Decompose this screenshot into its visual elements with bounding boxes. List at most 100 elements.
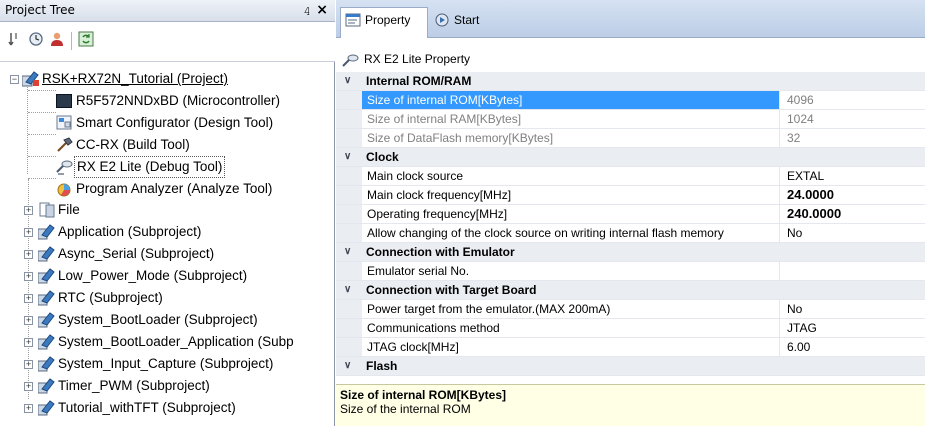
property-panel: Property Start RX E2 Lite Property ∨ Int… — [336, 0, 925, 426]
subproject-icon — [37, 290, 55, 306]
property-header: RX E2 Lite Property — [336, 46, 925, 72]
property-row[interactable]: Size of DataFlash memory[KBytes] 32 — [336, 129, 925, 148]
user-icon[interactable] — [47, 31, 67, 51]
category-clock[interactable]: ∨ Clock — [336, 148, 925, 167]
expand-icon[interactable]: + — [24, 404, 33, 413]
subproject-icon — [37, 268, 55, 284]
tree-item-subproject[interactable]: + System_BootLoader_Application (Subp — [0, 331, 335, 353]
tree-item-smart-configurator[interactable]: Smart Configurator (Design Tool) — [0, 112, 330, 134]
tree-item-label: System_Input_Capture (Subproject) — [58, 356, 274, 371]
expand-icon[interactable]: + — [24, 206, 33, 215]
debug-tool-icon — [56, 159, 73, 175]
clock-icon[interactable] — [26, 31, 46, 51]
project-tree-panel: Project Tree 𝟺 × − RSK+RX72N_Tutorial (P… — [0, 0, 335, 426]
property-row[interactable]: Power target from the emulator.(MAX 200m… — [336, 300, 925, 319]
chevron-down-icon[interactable]: ∨ — [344, 281, 356, 299]
expand-icon[interactable]: + — [24, 294, 33, 303]
tab-label: Property — [365, 13, 411, 27]
property-icon — [345, 12, 361, 28]
tree-item-label: File — [58, 202, 80, 217]
category-flash[interactable]: ∨ Flash — [336, 357, 925, 376]
smart-configurator-icon — [56, 115, 73, 131]
property-row[interactable]: Main clock source EXTAL — [336, 167, 925, 186]
description-pane: Size of internal ROM[KBytes] Size of the… — [336, 384, 925, 426]
tree-item-file[interactable]: + File — [0, 199, 330, 221]
category-internal-rom-ram[interactable]: ∨ Internal ROM/RAM — [336, 72, 925, 91]
subproject-icon — [37, 378, 55, 394]
chevron-down-icon[interactable]: ∨ — [344, 243, 356, 261]
close-icon[interactable]: × — [316, 0, 328, 20]
project-icon — [21, 71, 39, 87]
property-header-title: RX E2 Lite Property — [364, 52, 471, 66]
property-row[interactable]: Operating frequency[MHz] 240.0000 — [336, 205, 925, 224]
tree-item-label: R5F572NNDxBD (Microcontroller) — [76, 93, 281, 108]
property-row[interactable]: Communications method JTAG — [336, 319, 925, 338]
category-connection-emulator[interactable]: ∨ Connection with Emulator — [336, 243, 925, 262]
tab-strip: Property Start — [336, 0, 925, 38]
sort-icon[interactable] — [4, 31, 24, 51]
chevron-down-icon[interactable]: ∨ — [344, 357, 356, 375]
tree-item-label: Timer_PWM (Subproject) — [58, 378, 210, 393]
expand-icon[interactable]: + — [24, 316, 33, 325]
tree-item-label: RSK+RX72N_Tutorial (Project) — [42, 71, 228, 86]
toolbar-separator — [71, 32, 72, 50]
property-row[interactable]: Emulator serial No. — [336, 262, 925, 281]
property-row[interactable]: JTAG clock[MHz] 6.00 — [336, 338, 925, 357]
tree-item-subproject[interactable]: + RTC (Subproject) — [0, 287, 330, 309]
tree-item-subproject[interactable]: + System_Input_Capture (Subproject) — [0, 353, 330, 375]
tree-item-subproject[interactable]: + Timer_PWM (Subproject) — [0, 375, 330, 397]
tree-item-subproject[interactable]: + Low_Power_Mode (Subproject) — [0, 265, 330, 287]
property-row[interactable]: Main clock frequency[MHz] 24.0000 — [336, 186, 925, 205]
tree-item-label: Low_Power_Mode (Subproject) — [58, 268, 248, 283]
expand-icon[interactable]: + — [24, 382, 33, 391]
expand-icon[interactable]: + — [24, 228, 33, 237]
tab-label: Start — [454, 13, 480, 27]
hammer-icon — [56, 137, 73, 153]
chevron-down-icon[interactable]: ∨ — [344, 148, 356, 166]
subproject-icon — [37, 334, 55, 350]
tree-item-debug-tool[interactable]: RX E2 Lite (Debug Tool) — [0, 156, 330, 178]
property-row[interactable]: Size of internal ROM[KBytes] 4096 — [336, 91, 925, 110]
file-folder-icon — [38, 202, 55, 218]
tree-item-subproject[interactable]: + Async_Serial (Subproject) — [0, 243, 330, 265]
property-grid: ∨ Internal ROM/RAM Size of internal ROM[… — [336, 72, 925, 382]
tab-property[interactable]: Property — [340, 7, 428, 38]
pin-icon[interactable]: 𝟺 — [303, 1, 311, 21]
category-connection-target-board[interactable]: ∨ Connection with Target Board — [336, 281, 925, 300]
tree-item-build-tool[interactable]: CC-RX (Build Tool) — [0, 134, 330, 156]
tree-item-label: Smart Configurator (Design Tool) — [76, 115, 274, 130]
tree-item-label: Program Analyzer (Analyze Tool) — [76, 181, 273, 196]
project-tree: − RSK+RX72N_Tutorial (Project) R5F572NND… — [0, 62, 335, 426]
tree-item-label: RX E2 Lite (Debug Tool) — [74, 156, 226, 178]
expand-icon[interactable]: + — [24, 338, 33, 347]
subproject-icon — [37, 312, 55, 328]
project-tree-titlebar: Project Tree 𝟺 × — [0, 0, 335, 22]
tree-item-program-analyzer[interactable]: Program Analyzer (Analyze Tool) — [0, 178, 330, 200]
expand-icon[interactable]: + — [24, 360, 33, 369]
analyzer-icon — [56, 181, 73, 197]
tree-item-label: RTC (Subproject) — [58, 290, 163, 305]
tree-item-label: CC-RX (Build Tool) — [76, 137, 190, 152]
tree-item-microcontroller[interactable]: R5F572NNDxBD (Microcontroller) — [0, 90, 330, 112]
property-row[interactable]: Size of internal RAM[KBytes] 1024 — [336, 110, 925, 129]
collapse-icon[interactable]: − — [10, 75, 19, 84]
tree-item-subproject[interactable]: + Tutorial_withTFT (Subproject) — [0, 397, 330, 419]
refresh-icon[interactable] — [76, 31, 96, 51]
tab-start[interactable]: Start — [430, 8, 510, 32]
tree-item-label: Application (Subproject) — [58, 224, 202, 239]
panel-title: Project Tree — [5, 3, 75, 17]
tree-item-label: Tutorial_withTFT (Subproject) — [58, 400, 236, 415]
property-row[interactable]: Allow changing of the clock source on wr… — [336, 224, 925, 243]
subproject-icon — [37, 246, 55, 262]
start-icon — [434, 12, 450, 28]
microcontroller-icon — [56, 94, 72, 108]
tree-item-subproject[interactable]: + System_BootLoader (Subproject) — [0, 309, 330, 331]
expand-icon[interactable]: + — [24, 250, 33, 259]
tree-root-project[interactable]: − RSK+RX72N_Tutorial (Project) — [0, 68, 330, 90]
description-title: Size of internal ROM[KBytes] — [340, 388, 507, 402]
tree-item-subproject[interactable]: + Application (Subproject) — [0, 221, 330, 243]
chevron-down-icon[interactable]: ∨ — [344, 72, 356, 90]
expand-icon[interactable]: + — [24, 272, 33, 281]
subproject-icon — [37, 356, 55, 372]
tree-item-label: Async_Serial (Subproject) — [58, 246, 215, 261]
